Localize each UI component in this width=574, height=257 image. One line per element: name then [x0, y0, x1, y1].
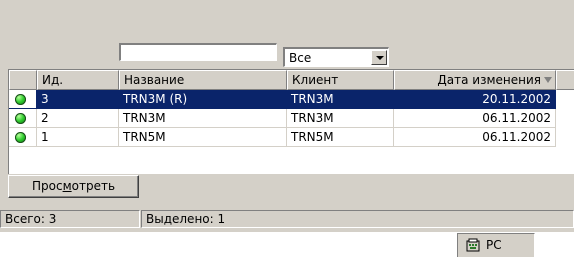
status-cell — [9, 109, 37, 128]
cell-id: 1 — [37, 128, 119, 147]
records-grid: Ид. Название Клиент Дата изменения 3 TRN… — [8, 69, 574, 174]
cell-date: 20.11.2002 — [394, 90, 556, 109]
column-header-date[interactable]: Дата изменения — [394, 70, 556, 90]
cell-date: 06.11.2002 — [394, 128, 556, 147]
status-selected: Выделено: 1 — [141, 210, 574, 228]
table-row[interactable]: 3 TRN3M (R) TRN3M 20.11.2002 — [9, 90, 574, 109]
view-button-mnemonic: м — [62, 179, 72, 193]
green-dot-icon — [15, 94, 26, 105]
column-header-id[interactable]: Ид. — [37, 70, 119, 90]
status-cell — [9, 128, 37, 147]
cell-client: TRN5M — [287, 128, 394, 147]
cell-id: 3 — [37, 90, 119, 109]
sort-icon — [544, 77, 552, 83]
column-header-name[interactable]: Название — [119, 70, 287, 90]
view-button-label-start: Прос — [31, 179, 63, 193]
cell-client: TRN3M — [287, 90, 394, 109]
cell-name: TRN5M — [119, 128, 287, 147]
indicator-column-header — [9, 70, 37, 90]
language-indicator[interactable]: PC — [457, 233, 535, 257]
cell-name: TRN3M (R) — [119, 90, 287, 109]
cell-client: TRN3M — [287, 109, 394, 128]
name-filter-input[interactable] — [119, 43, 277, 61]
cell-name: TRN3M — [119, 109, 287, 128]
cell-id: 2 — [37, 109, 119, 128]
keyboard-icon — [466, 238, 480, 252]
cell-date: 06.11.2002 — [394, 109, 556, 128]
status-total: Всего: 3 — [0, 210, 140, 228]
client-filter-select[interactable]: Все — [283, 47, 389, 67]
header-filler — [556, 70, 574, 90]
language-code: PC — [486, 238, 502, 252]
column-header-client[interactable]: Клиент — [287, 70, 394, 90]
status-bar: Всего: 3 Выделено: 1 — [0, 209, 574, 229]
table-row[interactable]: 2 TRN3M TRN3M 06.11.2002 — [9, 109, 574, 128]
client-filter-value: Все — [289, 51, 312, 65]
table-row[interactable]: 1 TRN5M TRN5M 06.11.2002 — [9, 128, 574, 147]
column-header-date-label: Дата изменения — [437, 73, 541, 87]
green-dot-icon — [15, 113, 26, 124]
view-button[interactable]: Просмотреть — [8, 175, 139, 198]
view-button-label-end: отреть — [71, 179, 116, 193]
chevron-down-icon[interactable] — [371, 50, 387, 65]
browser-window: Все Ид. Название Клиент Дата изменения 3… — [0, 0, 574, 232]
status-cell — [9, 90, 37, 109]
green-dot-icon — [15, 132, 26, 143]
